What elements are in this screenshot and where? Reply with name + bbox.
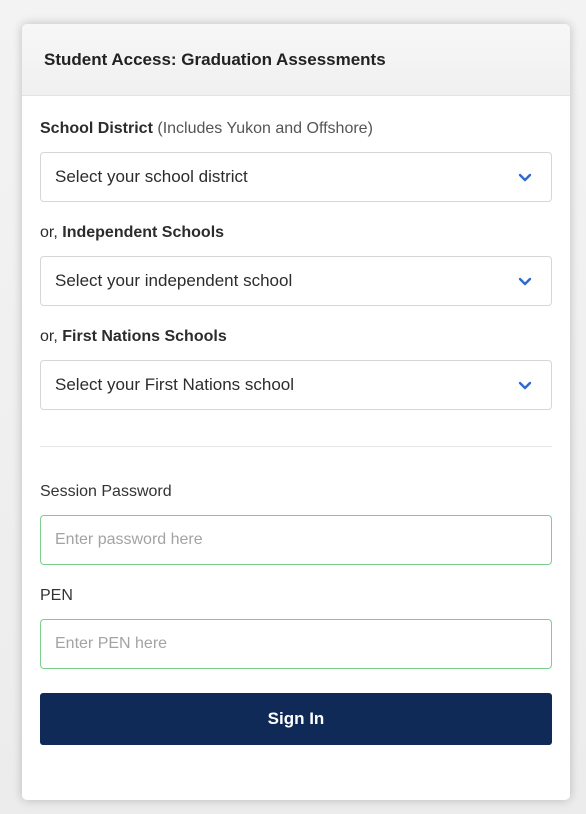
independent-school-select[interactable]: Select your independent school bbox=[40, 256, 552, 306]
independent-select-value: Select your independent school bbox=[55, 271, 293, 290]
first-nations-select-value: Select your First Nations school bbox=[55, 375, 295, 394]
section-divider bbox=[40, 446, 552, 447]
pen-wrapper bbox=[40, 619, 552, 669]
card-body: School District (Includes Yukon and Offs… bbox=[22, 120, 570, 745]
session-password-wrapper bbox=[40, 515, 552, 565]
sign-in-button[interactable]: Sign In bbox=[40, 693, 552, 745]
pen-input[interactable] bbox=[40, 619, 552, 669]
school-district-label: School District (Includes Yukon and Offs… bbox=[40, 120, 552, 138]
pen-label: PEN bbox=[40, 587, 73, 604]
independent-label-bold: Independent Schools bbox=[62, 224, 225, 241]
session-password-label: Session Password bbox=[40, 483, 172, 500]
card-header: Student Access: Graduation Assessments bbox=[22, 24, 570, 96]
independent-schools-label: or, Independent Schools bbox=[40, 224, 552, 242]
card-title: Student Access: Graduation Assessments bbox=[44, 49, 386, 69]
signin-wrapper: Sign In bbox=[40, 693, 552, 745]
first-nations-label-bold: First Nations Schools bbox=[62, 328, 227, 345]
first-nations-school-select[interactable]: Select your First Nations school bbox=[40, 360, 552, 410]
session-password-input[interactable] bbox=[40, 515, 552, 565]
school-district-select[interactable]: Select your school district bbox=[40, 152, 552, 202]
chevron-down-icon bbox=[518, 173, 532, 182]
school-district-label-bold: School District bbox=[40, 120, 153, 137]
first-nations-label: or, First Nations Schools bbox=[40, 328, 552, 346]
chevron-down-icon bbox=[518, 381, 532, 390]
school-district-label-note: (Includes Yukon and Offshore) bbox=[157, 120, 373, 137]
first-nations-prefix: or, bbox=[40, 328, 58, 345]
school-district-select-value: Select your school district bbox=[55, 167, 248, 186]
independent-prefix: or, bbox=[40, 224, 58, 241]
chevron-down-icon bbox=[518, 277, 532, 286]
login-card: Student Access: Graduation Assessments S… bbox=[22, 24, 570, 800]
